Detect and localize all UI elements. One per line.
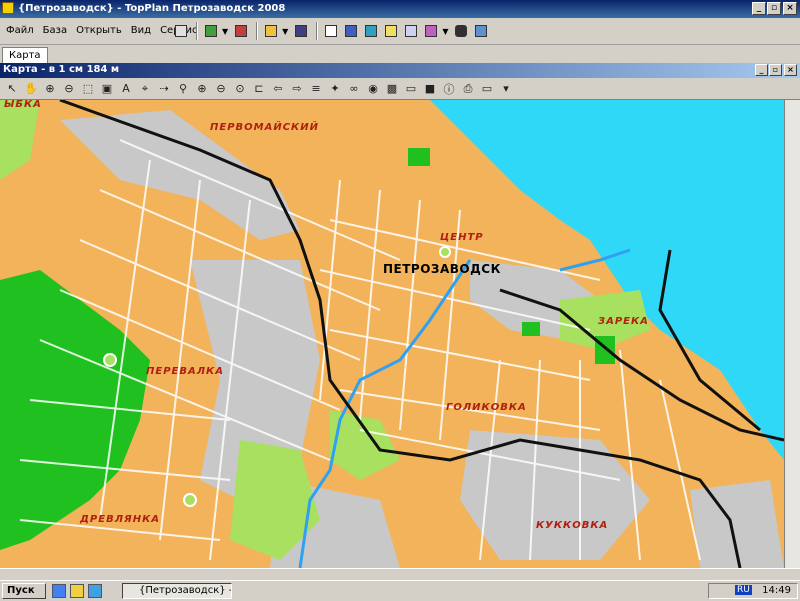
full-extent-icon[interactable]: ⊙	[232, 81, 248, 97]
desktop-icon[interactable]	[88, 584, 102, 598]
photo-icon[interactable]: ▩	[384, 81, 400, 97]
find-icon[interactable]: ⚲	[175, 81, 191, 97]
close-button[interactable]: ×	[783, 2, 797, 15]
route-icon[interactable]: ⇢	[156, 81, 172, 97]
map-restore-button[interactable]: ▫	[769, 64, 782, 76]
map-window-title-bar[interactable]: Карта - в 1 см 184 м _ ▫ ×	[0, 63, 800, 78]
map-view-icon[interactable]	[342, 22, 360, 40]
map-minimize-button[interactable]: _	[755, 64, 768, 76]
photo-icon[interactable]	[472, 22, 490, 40]
roundabout	[183, 493, 197, 507]
system-tray: RU 14:49	[708, 583, 798, 599]
scale-bar-icon[interactable]: ⊏	[251, 81, 267, 97]
district-label: ДРЕВЛЯНКА	[80, 514, 160, 525]
district-label: ПЕРВОМАЙСКИЙ	[210, 122, 319, 133]
chevron-down-icon[interactable]: ▼	[222, 27, 228, 36]
note-icon[interactable]	[382, 22, 400, 40]
map-close-button[interactable]: ×	[784, 64, 797, 76]
roundabout	[103, 353, 117, 367]
toolbar-separator	[256, 22, 259, 40]
district-label: ЗАРЕКА	[598, 316, 649, 327]
city-label: ПЕТРОЗАВОДСК	[383, 262, 501, 276]
binoculars-icon[interactable]: ∞	[346, 81, 362, 97]
taskbar: Пуск {Петрозаводск} - Top... RU 14:49	[0, 580, 800, 601]
clock: 14:49	[762, 585, 791, 596]
menu-view[interactable]: Вид	[131, 25, 151, 36]
copy-icon[interactable]	[322, 22, 340, 40]
pointer-icon[interactable]: ↖	[4, 81, 20, 97]
menu-open[interactable]: Открыть	[76, 25, 122, 36]
export-icon[interactable]	[232, 22, 250, 40]
map-canvas[interactable]: ЫБКА ПЕРВОМАЙСКИЙ ЦЕНТР ПЕТРОЗАВОДСК ЗАР…	[0, 100, 784, 568]
text-tool-icon[interactable]: A	[118, 81, 134, 97]
app-icon	[2, 2, 14, 14]
map-scrollbar[interactable]	[784, 100, 800, 568]
pan-hand-icon[interactable]: ✋	[23, 81, 39, 97]
menu-database[interactable]: База	[43, 25, 67, 36]
chevron-down-icon[interactable]: ▼	[442, 27, 448, 36]
map-window-title: Карта - в 1 см 184 м	[3, 64, 120, 75]
stop-icon[interactable]: ■	[422, 81, 438, 97]
layers-stack-icon[interactable]: ≡	[308, 81, 324, 97]
start-button[interactable]: Пуск	[2, 583, 46, 599]
language-indicator[interactable]: RU	[735, 585, 752, 595]
district-label: ЫБКА	[4, 100, 42, 110]
folder-icon[interactable]	[70, 584, 84, 598]
compass-icon[interactable]: ✦	[327, 81, 343, 97]
save-icon[interactable]	[292, 22, 310, 40]
minimize-button[interactable]: _	[752, 2, 766, 15]
zoom-in-icon[interactable]: ⊕	[42, 81, 58, 97]
circle-plus-icon[interactable]: ⊕	[194, 81, 210, 97]
green-spot	[522, 322, 540, 336]
window-icon[interactable]	[402, 22, 420, 40]
maximize-button[interactable]: ▫	[767, 2, 781, 15]
zoom-window-icon[interactable]: ⬚	[80, 81, 96, 97]
map-toolbar: ↖ ✋ ⊕ ⊖ ⬚ ▣ A ⌖ ⇢ ⚲ ⊕ ⊖ ⊙ ⊏ ⇦ ⇨ ≡ ✦ ∞ ◉ …	[0, 78, 800, 100]
district-label: КУККОВКА	[536, 520, 609, 531]
document-tabs: Карта	[0, 45, 800, 64]
district-label: ЦЕНТР	[440, 232, 484, 243]
roundabout	[439, 246, 451, 258]
camera-icon[interactable]: ◉	[365, 81, 381, 97]
main-toolbar: ▼ ▼ ▼	[172, 21, 492, 41]
open-folder-icon[interactable]	[262, 22, 280, 40]
circle-minus-icon[interactable]: ⊖	[213, 81, 229, 97]
info-icon[interactable]: ⓘ	[441, 81, 457, 97]
window-title-bar[interactable]: {Петрозаводск} - TopPlan Петрозаводск 20…	[0, 0, 800, 18]
green-spot	[408, 148, 430, 166]
menu-file[interactable]: Файл	[6, 25, 34, 36]
add-layer-icon[interactable]	[202, 22, 220, 40]
print-preview-icon[interactable]: ⎙	[460, 81, 476, 97]
map-graphics	[0, 100, 784, 568]
zoom-out-icon[interactable]: ⊖	[61, 81, 77, 97]
district-label: ПЕРЕВАЛКА	[146, 366, 224, 377]
chevron-down-icon[interactable]: ▾	[498, 81, 514, 97]
select-area-icon[interactable]: ▣	[99, 81, 115, 97]
chevron-down-icon[interactable]: ▼	[282, 27, 288, 36]
clear-icon[interactable]: ▭	[403, 81, 419, 97]
measure-icon[interactable]: ⌖	[137, 81, 153, 97]
taskbar-item-topplan[interactable]: {Петрозаводск} - Top...	[122, 583, 232, 599]
district-label: ГОЛИКОВКА	[446, 402, 527, 413]
toolbar-separator	[196, 22, 198, 40]
print-icon[interactable]	[172, 22, 190, 40]
window-title: {Петрозаводск} - TopPlan Петрозаводск 20…	[18, 3, 286, 14]
monitor-icon[interactable]: ▭	[479, 81, 495, 97]
menu-toolbar-row: Файл База Открыть Вид Сервис ? ▼ ▼ ▼	[0, 18, 800, 45]
ie-icon[interactable]	[52, 584, 66, 598]
palette-icon[interactable]	[422, 22, 440, 40]
back-arrow-icon[interactable]: ⇦	[270, 81, 286, 97]
tab-map[interactable]: Карта	[2, 47, 48, 64]
layers-icon[interactable]	[362, 22, 380, 40]
binoculars-icon[interactable]	[452, 22, 470, 40]
toolbar-separator	[316, 22, 319, 40]
forward-arrow-icon[interactable]: ⇨	[289, 81, 305, 97]
park-area	[0, 100, 40, 180]
